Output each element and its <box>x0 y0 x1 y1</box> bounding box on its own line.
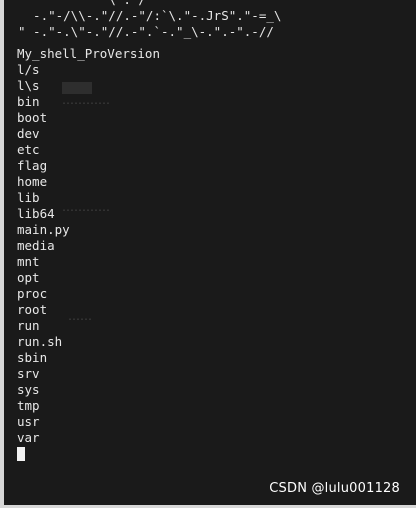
terminal-line: sys <box>17 382 40 397</box>
terminal-line: usr <box>17 414 40 429</box>
terminal-line: boot <box>17 110 48 125</box>
terminal-line: run <box>17 318 40 333</box>
terminal-line: proc <box>17 286 48 301</box>
terminal-line: srv <box>17 366 40 381</box>
terminal-line: etc <box>17 142 40 157</box>
csdn-watermark: CSDN @lulu001128 <box>269 481 400 496</box>
terminal-line: main.py <box>17 222 70 237</box>
terminal-line: home <box>17 174 48 189</box>
terminal-line: lib64 <box>17 206 55 221</box>
terminal-line: opt <box>17 270 40 285</box>
terminal-line: tmp <box>17 398 40 413</box>
terminal-line: mnt <box>17 254 40 269</box>
terminal-line-prompt: My_shell_ProVersion <box>17 46 160 61</box>
terminal-line: dev <box>17 126 40 141</box>
terminal-cursor[interactable] <box>17 447 25 461</box>
terminal-line: run.sh <box>17 334 63 349</box>
terminal-line: l\s <box>17 78 40 93</box>
terminal-line: root <box>17 302 48 317</box>
terminal-line: l/s <box>17 62 40 77</box>
terminal-output: My_shell_ProVersion l/s l\s bin boot dev… <box>17 46 160 446</box>
terminal-window[interactable]: ………… ………… …… "\ : /" -."-/\\-."//.-"/:`\… <box>0 0 416 508</box>
terminal-line: var <box>17 430 40 445</box>
terminal-line: lib <box>17 190 40 205</box>
banner-line: "\ : /" <box>18 0 154 7</box>
banner-line: " -."-.\"-."//.-".`-."_\-.".-".-// <box>18 24 274 39</box>
terminal-line: bin <box>17 94 40 109</box>
terminal-line: sbin <box>17 350 48 365</box>
ascii-art-banner: "\ : /" -."-/\\-."//.-"/:`\."-.JrS"."-=_… <box>18 0 281 40</box>
banner-line: -."-/\\-."//.-"/:`\."-.JrS"."-=_\ <box>18 8 282 23</box>
terminal-line: flag <box>17 158 48 173</box>
terminal-line: media <box>17 238 55 253</box>
